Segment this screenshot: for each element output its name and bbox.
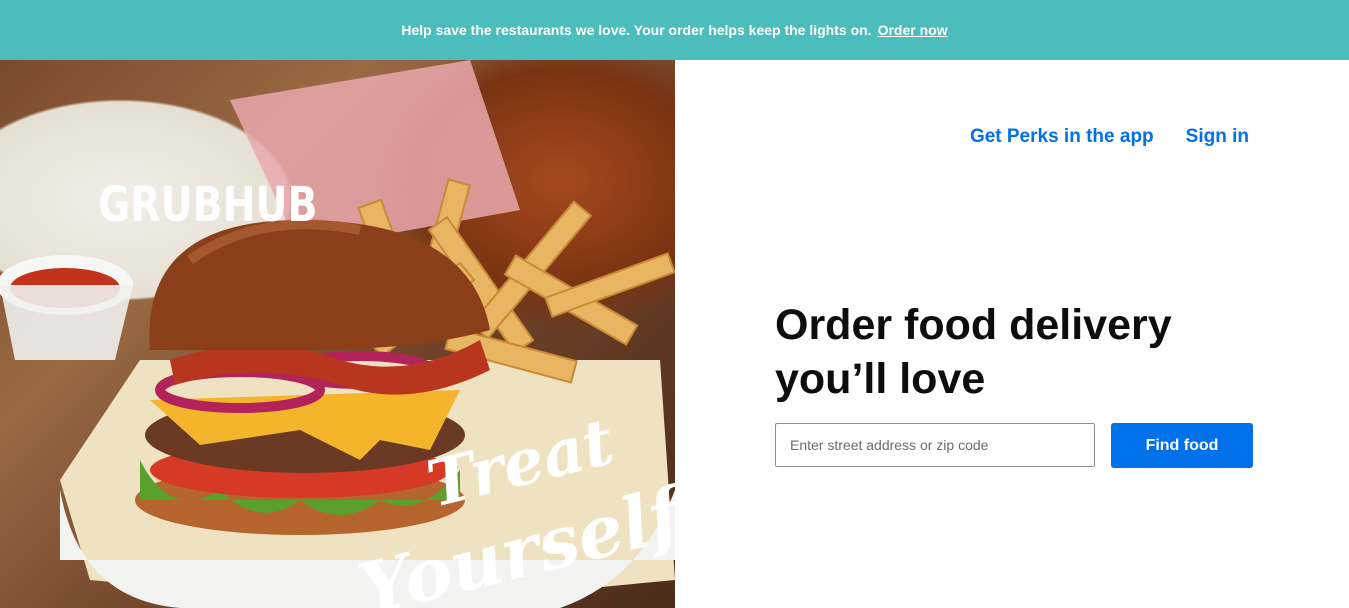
hero-image: GRUBHUB Treat Yourself	[0, 60, 675, 608]
promo-banner: Help save the restaurants we love. Your …	[0, 0, 1349, 60]
top-nav: Get Perks in the app Sign in	[970, 126, 1249, 148]
headline-line-1: Order food delivery	[775, 301, 1172, 349]
find-food-button[interactable]: Find food	[1111, 423, 1253, 468]
headline-line-2: you’ll love	[775, 355, 986, 403]
grubhub-logo[interactable]: GRUBHUB	[98, 177, 317, 233]
page-title: Order food delivery you’ll love	[775, 298, 1295, 406]
get-perks-link[interactable]: Get Perks in the app	[970, 126, 1154, 148]
address-search: Find food	[775, 423, 1253, 468]
banner-message: Help save the restaurants we love. Your …	[401, 22, 872, 38]
order-now-link[interactable]: Order now	[878, 22, 948, 38]
sign-in-link[interactable]: Sign in	[1186, 126, 1249, 148]
address-input[interactable]	[775, 423, 1095, 467]
